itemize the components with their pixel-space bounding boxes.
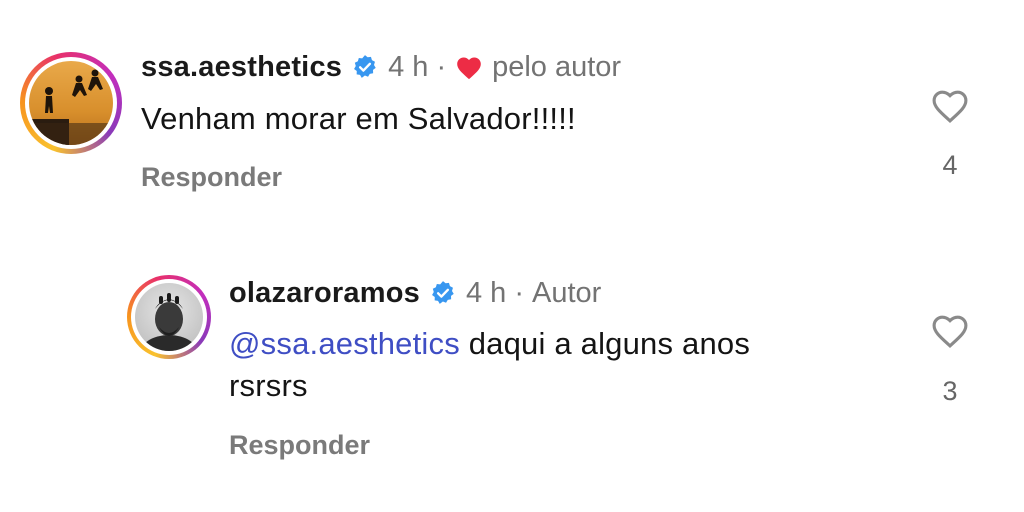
like-count: 4 [942,150,958,180]
avatar-photo-portrait [135,283,203,351]
comment-header: ssa.aesthetics 4 h · pelo autor [141,50,621,84]
avatar-photo-silhouettes [29,61,113,145]
avatar[interactable] [29,61,113,145]
mention-link[interactable]: @ssa.aesthetics [229,326,460,361]
timestamp: 4 h [465,276,507,309]
comment-text: Venham morar em Salvador!!!!! [141,101,576,136]
verified-badge-icon [432,281,454,304]
author-badge: Autor [531,276,602,309]
comment-text-line2: rsrsrs [229,368,308,403]
heart-filled-icon [457,57,481,80]
meta-separator: · [514,276,524,309]
reply-button[interactable]: Responder [229,430,370,461]
like-count: 3 [942,376,958,406]
liked-by-author-label: pelo autor [492,50,622,83]
avatar[interactable] [135,283,203,351]
comment-text: @ssa.aesthetics daqui a alguns anos rsrs… [229,323,889,407]
comment-header: olazaroramos 4 h · Autor [229,276,601,310]
timestamp: 4 h [388,50,429,83]
username[interactable]: ssa.aesthetics [141,51,342,84]
like-heart-icon[interactable] [929,311,971,349]
verified-badge-icon [354,55,376,78]
meta-separator: · [436,50,447,83]
reply-button[interactable]: Responder [141,162,282,193]
like-heart-icon[interactable] [929,86,971,124]
comment-text-line1: daqui a alguns anos [468,326,751,361]
username[interactable]: olazaroramos [229,277,420,310]
